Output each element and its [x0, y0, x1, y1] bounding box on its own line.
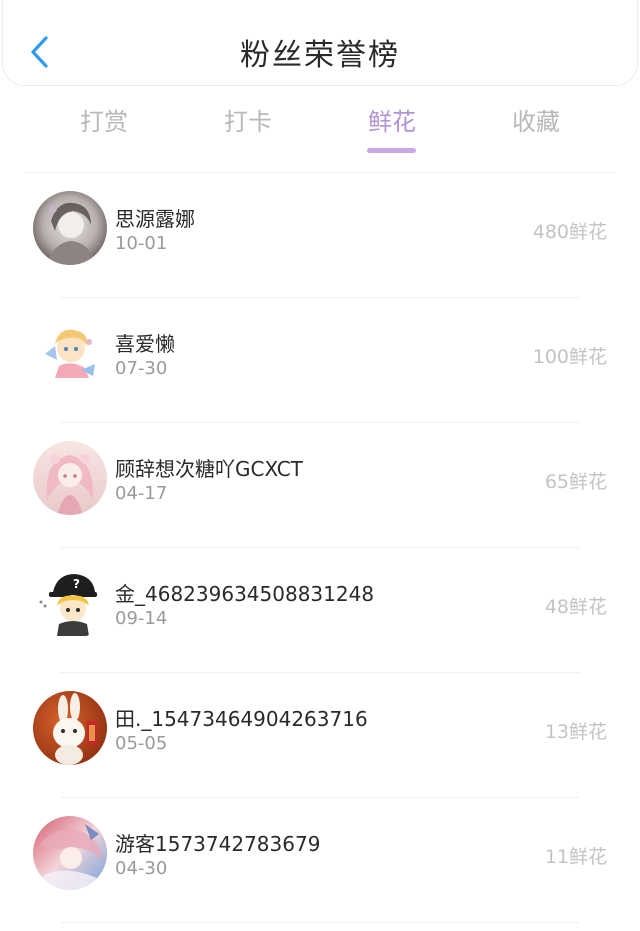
- tab-flowers[interactable]: 鲜花: [352, 102, 432, 137]
- avatar: [33, 191, 107, 265]
- anime-chibi-avatar: [33, 316, 107, 390]
- fan-date: 04-30: [115, 858, 168, 879]
- list-item[interactable]: 喜爱懒 07-30 100鲜花: [0, 298, 640, 423]
- flower-count: 65鲜花: [544, 471, 607, 493]
- avatar: [33, 691, 107, 765]
- fan-date: 07-30: [115, 358, 168, 379]
- list-item[interactable]: 游客1573742783679 04-30 11鲜花: [0, 798, 640, 923]
- flower-count: 48鲜花: [544, 596, 607, 618]
- avatar: [33, 441, 107, 515]
- cartoon-cap-avatar: ?: [33, 566, 107, 640]
- pink-anime-girl-avatar: [33, 441, 107, 515]
- avatar: [33, 316, 107, 390]
- flower-count: 100鲜花: [532, 346, 607, 368]
- fan-date: 09-14: [115, 608, 168, 629]
- tab-reward[interactable]: 打赏: [64, 102, 144, 137]
- fan-date: 04-17: [115, 483, 168, 504]
- flower-count: 13鲜花: [544, 721, 607, 743]
- tab-checkin[interactable]: 打卡: [208, 102, 288, 137]
- fan-name: 顾辞想次糖吖GCXCT: [115, 457, 303, 481]
- row-divider: [60, 922, 580, 923]
- svg-text:?: ?: [73, 577, 80, 591]
- avatar: [33, 816, 107, 890]
- anime-art-avatar: [33, 816, 107, 890]
- fan-name: 金_468239634508831248: [115, 582, 375, 606]
- list-item[interactable]: 田._15473464904263716 05-05 13鲜花: [0, 673, 640, 798]
- fan-name: 思源露娜: [115, 207, 195, 231]
- list-item[interactable]: 顾辞想次糖吖GCXCT 04-17 65鲜花: [0, 423, 640, 548]
- active-tab-indicator: [367, 148, 416, 153]
- flower-count: 11鲜花: [544, 846, 607, 868]
- page-title: 粉丝荣誉榜: [240, 38, 400, 73]
- fan-name: 田._15473464904263716: [115, 707, 368, 731]
- avatar: ?: [33, 566, 107, 640]
- fan-name: 游客1573742783679: [115, 832, 321, 856]
- tab-favorites[interactable]: 收藏: [496, 102, 576, 137]
- girl-portrait-avatar: [33, 191, 107, 265]
- list-item[interactable]: ? 金_468239634508831248 09-14 48鲜花: [0, 548, 640, 673]
- list-item[interactable]: 思源露娜 10-01 480鲜花: [0, 173, 640, 298]
- fan-date: 05-05: [115, 733, 168, 754]
- fan-name: 喜爱懒: [115, 332, 175, 356]
- rabbit-avatar: [33, 691, 107, 765]
- flower-count: 480鲜花: [532, 221, 607, 243]
- fan-date: 10-01: [115, 233, 168, 254]
- top-bar: 粉丝荣誉榜: [2, 0, 638, 86]
- tab-bar: 打赏 打卡 鲜花 收藏: [0, 96, 640, 160]
